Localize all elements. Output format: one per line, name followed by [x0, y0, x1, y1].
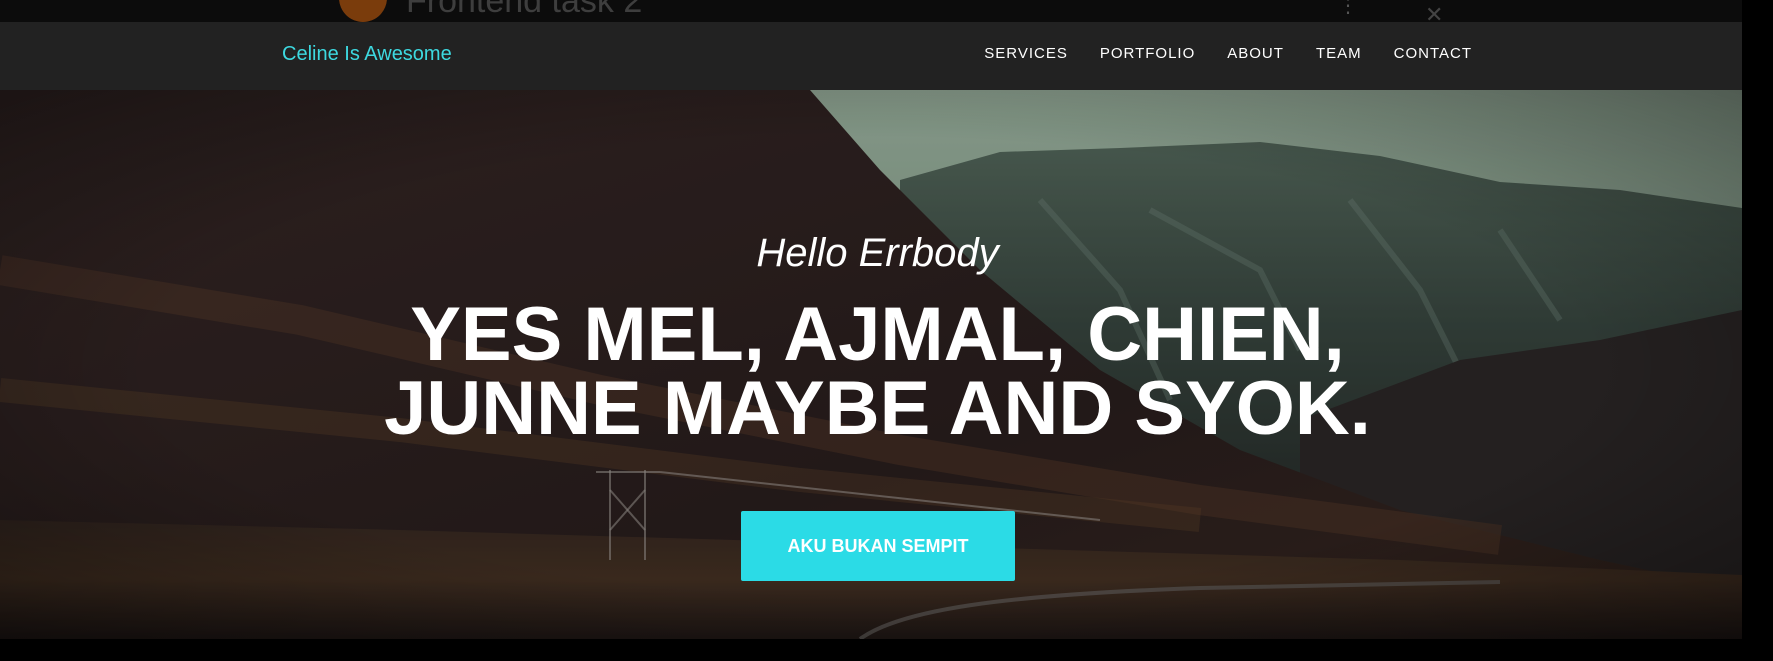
- close-icon: ✕: [1425, 2, 1444, 23]
- browser-viewport: Frontend task 2 ⋮ ✕ Celine Is Awesome SE…: [0, 0, 1773, 661]
- hero-heading-line-1: YES MEL, AJMAL, CHIEN,: [410, 292, 1345, 377]
- nav-link-services[interactable]: SERVICES: [984, 44, 1068, 64]
- hero-subheading: Hello Errbody: [756, 231, 999, 275]
- right-edge: [1742, 0, 1773, 661]
- bottom-edge: [0, 639, 1773, 661]
- nav-link-team[interactable]: TEAM: [1316, 44, 1362, 64]
- hero-heading: YES MEL, AJMAL, CHIEN, JUNNE MAYBE AND S…: [0, 292, 1742, 451]
- nav-link-portfolio[interactable]: PORTFOLIO: [1100, 44, 1195, 64]
- brand-link[interactable]: Celine Is Awesome: [282, 41, 452, 67]
- hero-heading-line-2: JUNNE MAYBE AND SYOK.: [384, 366, 1371, 451]
- document-icon: [339, 0, 387, 22]
- nav-link-about[interactable]: ABOUT: [1227, 44, 1284, 64]
- nav-link-contact[interactable]: CONTACT: [1394, 44, 1472, 64]
- more-options-icon: ⋮: [1338, 0, 1358, 17]
- background-window-strip: Frontend task 2 ⋮ ✕: [0, 0, 1742, 22]
- navbar: Celine Is Awesome SERVICES PORTFOLIO ABO…: [0, 22, 1742, 90]
- hero-section: Hello Errbody YES MEL, AJMAL, CHIEN, JUN…: [0, 90, 1742, 639]
- nav-menu: SERVICES PORTFOLIO ABOUT TEAM CONTACT: [952, 44, 1472, 64]
- cta-button[interactable]: AKU BUKAN SEMPIT: [741, 511, 1015, 581]
- background-window-title: Frontend task 2: [406, 0, 643, 20]
